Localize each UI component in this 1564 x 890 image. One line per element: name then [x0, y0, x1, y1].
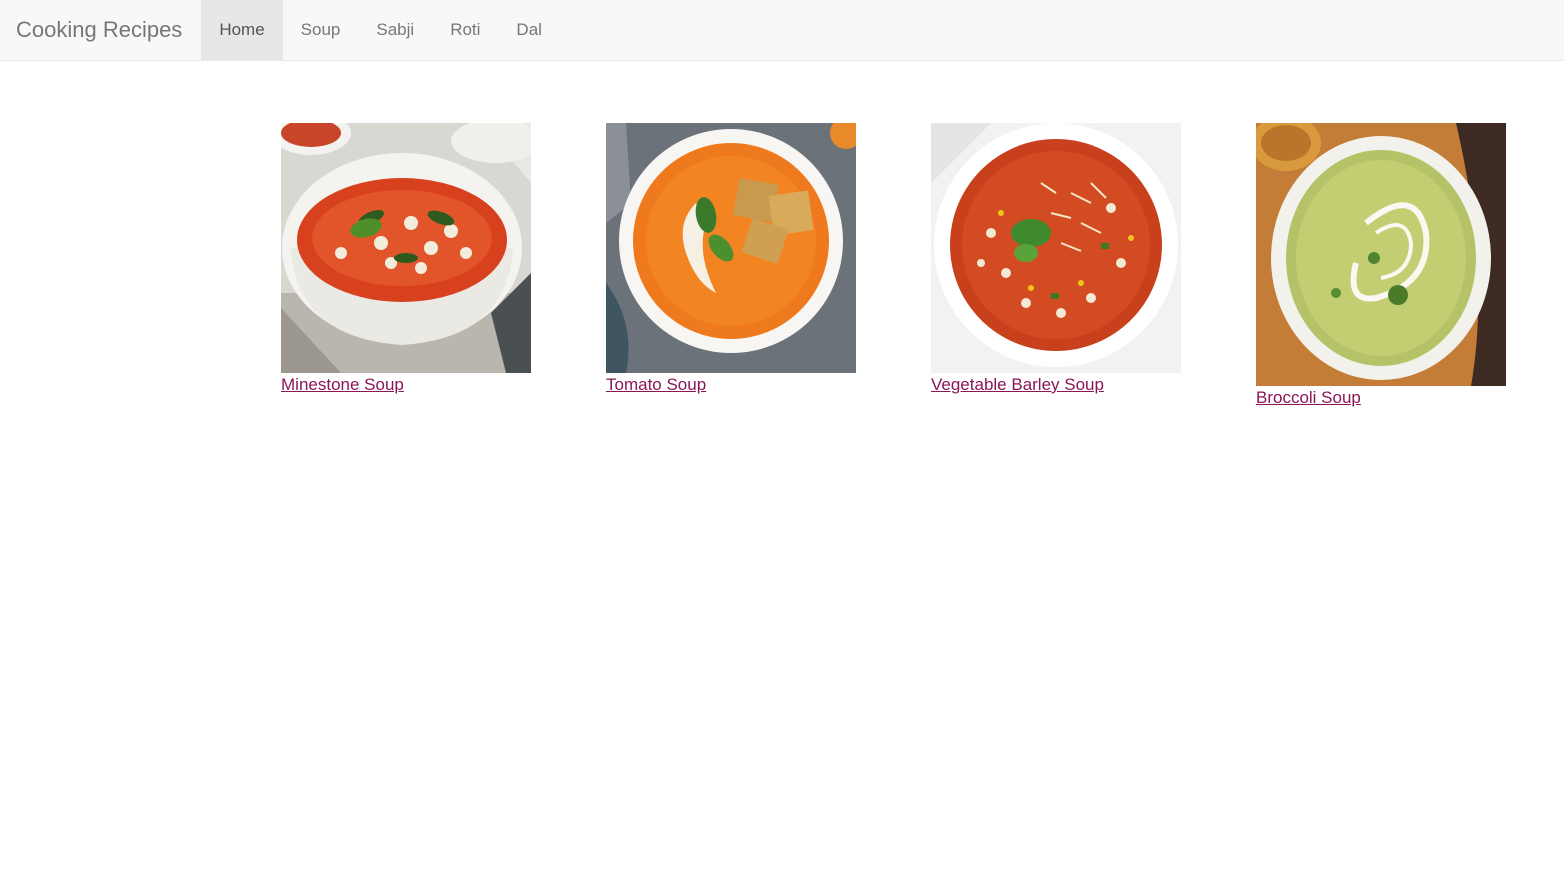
main-nav: Home Soup Sabji Roti Dal — [201, 0, 560, 60]
recipe-link[interactable]: Vegetable Barley Soup — [931, 373, 1104, 397]
nav-item-sabji[interactable]: Sabji — [358, 0, 432, 60]
nav-item-roti[interactable]: Roti — [432, 0, 498, 60]
broccoli-soup-image[interactable] — [1256, 123, 1506, 386]
recipe-card: Broccoli Soup — [1256, 123, 1506, 410]
tomato-soup-image[interactable] — [606, 123, 856, 373]
recipe-link[interactable]: Tomato Soup — [606, 373, 706, 397]
recipe-link[interactable]: Broccoli Soup — [1256, 386, 1361, 410]
minestrone-soup-image[interactable] — [281, 123, 531, 373]
vegetable-barley-soup-image[interactable] — [931, 123, 1181, 373]
nav-item-home[interactable]: Home — [201, 0, 283, 60]
nav-item-dal[interactable]: Dal — [498, 0, 560, 60]
nav-item-soup[interactable]: Soup — [283, 0, 359, 60]
brand-link[interactable]: Cooking Recipes — [0, 0, 201, 60]
top-navbar: Cooking Recipes Home Soup Sabji Roti Dal — [0, 0, 1564, 61]
recipe-card: Minestone Soup — [281, 123, 531, 397]
recipe-card: Tomato Soup — [606, 123, 856, 397]
recipe-card: Vegetable Barley Soup — [931, 123, 1181, 397]
recipe-link[interactable]: Minestone Soup — [281, 373, 404, 397]
